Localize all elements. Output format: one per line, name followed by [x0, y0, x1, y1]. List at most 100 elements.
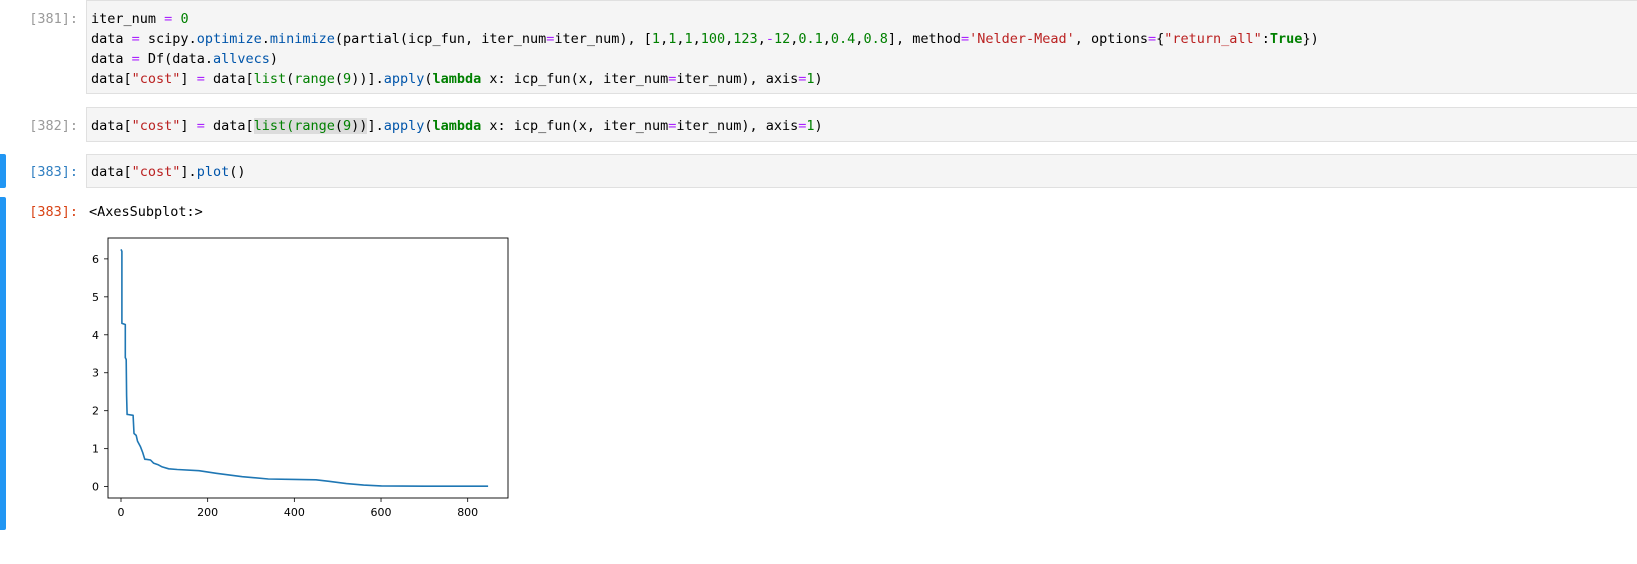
y-tick-label: 0: [92, 481, 99, 494]
code-token: =: [131, 51, 140, 67]
code-token: "cost": [131, 71, 181, 87]
line-chart: 0 200 400 600 800 0 1 2 3 4 5 6: [92, 237, 509, 519]
code-token: -: [765, 31, 774, 47]
code-token: 1: [806, 118, 815, 134]
code-token: ): [269, 51, 278, 67]
code-token: 9: [343, 118, 352, 134]
code-token: list(: [253, 118, 295, 134]
code-token: =: [196, 71, 205, 87]
code-token: lambda: [432, 118, 482, 134]
cell-382-editor[interactable]: data["cost"] = data[list(range(9))].appl…: [86, 107, 1637, 142]
code-token: )): [351, 118, 368, 134]
code-token: 100: [700, 31, 726, 47]
y-tick-label: 4: [92, 329, 99, 342]
code-token: (): [229, 164, 246, 180]
x-tick-label: 0: [118, 506, 125, 519]
code-token: data[: [204, 118, 254, 134]
code-token: ,: [692, 31, 701, 47]
code-token: ,: [822, 31, 831, 47]
y-tick-label: 1: [92, 443, 99, 456]
code-token: =: [1147, 31, 1157, 47]
code-token: list: [253, 71, 287, 87]
code-token: =: [960, 31, 970, 47]
code-token: ))].: [351, 71, 384, 87]
code-token: iter_num), axis: [676, 118, 799, 134]
cell-selection-bar-output: [0, 197, 6, 530]
code-token: allvecs: [212, 51, 270, 67]
code-token: apply: [383, 71, 425, 87]
code-token: Df(data.: [139, 51, 213, 67]
code-token: ]: [180, 118, 197, 134]
output-text: <AxesSubplot:>: [89, 204, 203, 220]
code-token: plot: [196, 164, 230, 180]
y-tick-label: 5: [92, 291, 99, 304]
code-token: x: icp_fun(x, iter_num: [481, 71, 669, 87]
code-token: }): [1302, 31, 1319, 47]
plot-area: [107, 237, 509, 499]
code-token: "return_all": [1164, 31, 1262, 47]
code-token: ): [814, 118, 823, 134]
code-line: data = Df(data.allvecs): [87, 49, 1637, 69]
y-tick-label: 3: [92, 367, 99, 380]
code-token: =: [196, 118, 205, 134]
code-line: iter_num = 0: [87, 9, 1637, 29]
code-token: data[: [91, 118, 132, 134]
code-token: data: [91, 31, 124, 47]
code-token: 9: [343, 71, 352, 87]
code-token: .: [261, 31, 270, 47]
code-token: (: [334, 118, 344, 134]
code-token: 0.8: [863, 31, 888, 47]
code-token: 'Nelder-Mead': [969, 31, 1075, 47]
code-token: optimize: [196, 31, 262, 47]
code-token: (partial(icp_fun, iter_num: [334, 31, 547, 47]
code-token: iter_num), [: [554, 31, 652, 47]
code-token: data[: [204, 71, 254, 87]
code-token: x: icp_fun(x, iter_num: [481, 118, 669, 134]
code-token: , options: [1074, 31, 1148, 47]
code-token: range: [294, 71, 335, 87]
x-tick-label: 200: [197, 506, 218, 519]
y-tick-label: 6: [92, 253, 99, 266]
code-token: 0.4: [830, 31, 856, 47]
code-line: data = scipy.optimize.minimize(partial(i…: [87, 29, 1637, 49]
code-token: ,: [757, 31, 766, 47]
code-token: 123: [733, 31, 758, 47]
code-token: range: [294, 118, 335, 134]
code-token: apply: [383, 118, 425, 134]
x-tick-label: 600: [371, 506, 392, 519]
cell-381-editor[interactable]: iter_num = 0 data = scipy.optimize.minimi…: [86, 0, 1637, 94]
code-token: 12: [773, 31, 791, 47]
code-token: data: [91, 51, 124, 67]
code-token: ]: [180, 71, 197, 87]
cell-383-prompt: [383]:: [29, 164, 78, 180]
code-token: iter_num), axis: [676, 71, 799, 87]
code-token: :: [1261, 31, 1270, 47]
code-line: data["cost"] = data[list(range(9))].appl…: [87, 69, 1637, 89]
code-cell-382[interactable]: [382]: data["cost"] = data[list(range(9)…: [0, 107, 1637, 143]
code-token: =: [131, 31, 140, 47]
code-token: "cost": [131, 118, 181, 134]
code-token: data[: [91, 71, 132, 87]
code-line: data["cost"] = data[list(range(9))].appl…: [87, 116, 1637, 136]
code-cell-381[interactable]: [381]: iter_num = 0 data = scipy.optimize…: [0, 0, 1637, 97]
code-token: 1: [684, 31, 693, 47]
cell-382-prompt: [382]:: [29, 118, 78, 134]
x-tick-label: 400: [284, 506, 305, 519]
code-token: iter_num: [91, 11, 157, 27]
code-token: ,: [660, 31, 669, 47]
code-cell-383[interactable]: [383]: data["cost"].plot() [383]: <AxesS…: [0, 154, 1637, 532]
cell-383-output-prompt: [383]:: [29, 204, 78, 220]
code-token: lambda: [432, 71, 482, 87]
code-token: {: [1156, 31, 1165, 47]
cell-383-editor[interactable]: data["cost"].plot(): [86, 154, 1637, 188]
code-token: 1: [651, 31, 661, 47]
code-token: ], method: [887, 31, 961, 47]
code-token: ].: [367, 118, 384, 134]
code-token: minimize: [269, 31, 335, 47]
code-token: ): [814, 71, 823, 87]
code-token: (: [334, 71, 344, 87]
code-token: data[: [91, 164, 132, 180]
